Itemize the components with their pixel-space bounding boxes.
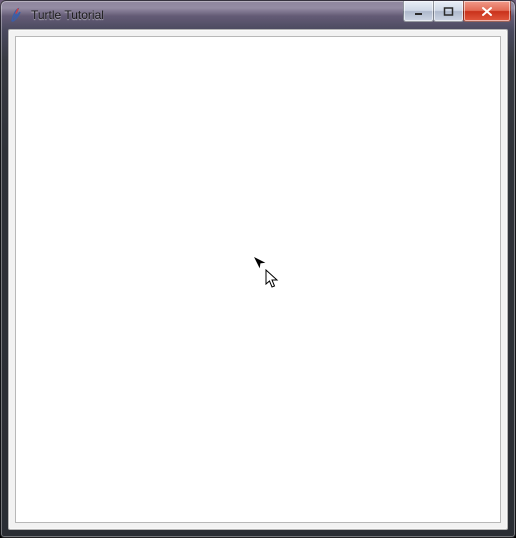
maximize-button[interactable]	[433, 1, 464, 22]
minimize-button[interactable]	[403, 1, 434, 22]
app-window: Turtle Tutorial	[0, 0, 516, 538]
tk-feather-icon	[9, 7, 25, 23]
turtle-canvas[interactable]	[15, 36, 501, 523]
window-title: Turtle Tutorial	[31, 8, 104, 22]
turtle-cursor-icon	[249, 252, 269, 272]
close-button[interactable]	[463, 1, 511, 22]
client-area	[8, 29, 508, 530]
titlebar[interactable]: Turtle Tutorial	[1, 1, 515, 29]
caption-buttons	[404, 1, 511, 22]
mouse-pointer-icon	[265, 269, 279, 289]
